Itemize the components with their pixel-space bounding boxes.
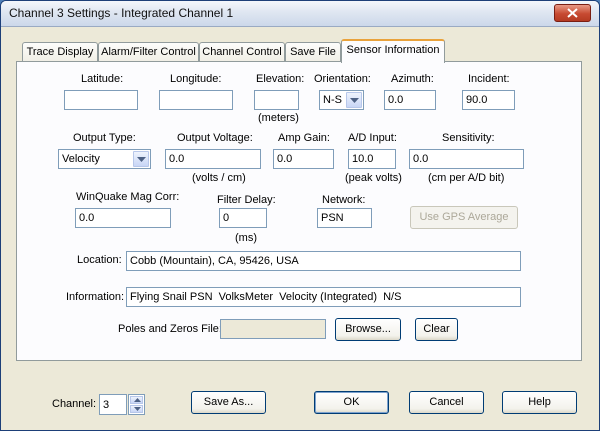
channel-label: Channel: xyxy=(52,398,97,410)
filter-delay-label: Filter Delay: xyxy=(217,194,276,206)
location-label: Location: xyxy=(77,254,122,266)
tab-trace-display[interactable]: Trace Display xyxy=(22,42,98,61)
sensitivity-label: Sensitivity: xyxy=(442,132,495,144)
output-voltage-label: Output Voltage: xyxy=(177,132,253,144)
channel-field[interactable] xyxy=(99,394,127,415)
winquake-mag-corr-field[interactable] xyxy=(75,208,171,228)
network-label: Network: xyxy=(322,194,366,206)
amp-gain-label: Amp Gain: xyxy=(278,132,330,144)
cancel-button[interactable]: Cancel xyxy=(409,391,484,414)
azimuth-label: Azimuth: xyxy=(391,73,434,85)
azimuth-field[interactable] xyxy=(384,90,436,110)
network-field[interactable] xyxy=(317,208,372,228)
window-title: Channel 3 Settings - Integrated Channel … xyxy=(9,6,234,20)
output-voltage-field[interactable] xyxy=(165,149,261,169)
sensitivity-unit: (cm per A/D bit) xyxy=(428,172,505,184)
channel-up-button[interactable] xyxy=(130,396,143,404)
latitude-field[interactable] xyxy=(64,90,138,110)
filter-delay-unit: (ms) xyxy=(235,232,257,244)
output-type-dropdown[interactable]: Velocity xyxy=(58,149,151,169)
elevation-label: Elevation: xyxy=(256,73,305,85)
orientation-value: N-S xyxy=(323,94,342,106)
title-bar[interactable]: Channel 3 Settings - Integrated Channel … xyxy=(1,1,599,27)
chevron-down-icon xyxy=(134,407,141,411)
ad-input-unit: (peak volts) xyxy=(345,172,402,184)
ad-input-field[interactable] xyxy=(348,149,396,169)
latitude-label: Latitude: xyxy=(81,73,124,85)
orientation-label: Orientation: xyxy=(314,73,371,85)
elevation-unit: (meters) xyxy=(258,112,299,124)
winquake-mag-corr-label: WinQuake Mag Corr: xyxy=(76,191,180,203)
tab-alarm-filter-control[interactable]: Alarm/Filter Control xyxy=(98,42,199,61)
orientation-dropdown-button[interactable] xyxy=(346,92,362,108)
chevron-down-icon xyxy=(350,98,359,103)
browse-button[interactable]: Browse... xyxy=(335,318,401,341)
output-type-dropdown-button[interactable] xyxy=(133,151,149,167)
use-gps-average-button[interactable]: Use GPS Average xyxy=(410,206,518,229)
amp-gain-field[interactable] xyxy=(273,149,334,169)
chevron-up-icon xyxy=(134,398,141,402)
sensitivity-field[interactable] xyxy=(409,149,524,169)
close-icon xyxy=(567,8,578,18)
information-label: Information: xyxy=(66,291,125,303)
filter-delay-field[interactable] xyxy=(219,208,267,228)
elevation-field[interactable] xyxy=(254,90,299,110)
save-as-button[interactable]: Save As... xyxy=(191,391,266,414)
output-type-label: Output Type: xyxy=(73,132,136,144)
tab-channel-control[interactable]: Channel Control xyxy=(199,42,285,61)
output-type-value: Velocity xyxy=(62,153,100,165)
longitude-field[interactable] xyxy=(159,90,233,110)
orientation-dropdown[interactable]: N-S xyxy=(319,90,364,110)
settings-dialog: Channel 3 Settings - Integrated Channel … xyxy=(0,0,600,431)
channel-down-button[interactable] xyxy=(130,405,143,413)
poles-zeros-label: Poles and Zeros File: xyxy=(118,323,222,335)
ok-button[interactable]: OK xyxy=(314,391,389,414)
output-voltage-unit: (volts / cm) xyxy=(192,172,246,184)
chevron-down-icon xyxy=(137,157,146,162)
incident-label: Incident: xyxy=(468,73,510,85)
tab-sensor-information[interactable]: Sensor Information xyxy=(341,39,445,63)
longitude-label: Longitude: xyxy=(170,73,222,85)
information-field[interactable] xyxy=(126,287,521,307)
poles-zeros-field[interactable] xyxy=(220,319,326,339)
close-button[interactable] xyxy=(554,4,591,22)
help-button[interactable]: Help xyxy=(502,391,577,414)
clear-button[interactable]: Clear xyxy=(415,318,458,341)
channel-spinner[interactable] xyxy=(128,394,145,415)
tab-save-file[interactable]: Save File xyxy=(285,42,341,61)
location-field[interactable] xyxy=(126,251,521,271)
ad-input-label: A/D Input: xyxy=(348,132,397,144)
incident-field[interactable] xyxy=(462,90,515,110)
